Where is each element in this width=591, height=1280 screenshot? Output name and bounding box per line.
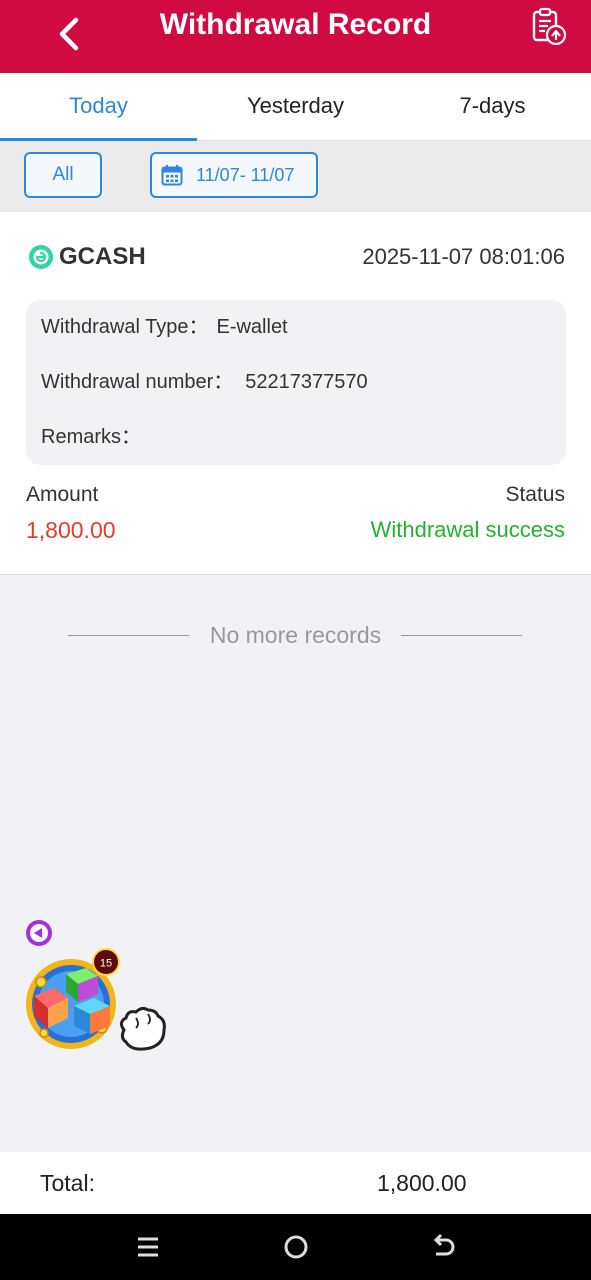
withdrawal-record-card[interactable]: GCASH 2025-11-07 08:01:06 Withdrawal Typ… [0, 212, 591, 575]
date-range-label: 11/07- 11/07 [196, 165, 295, 185]
total-label: Total: [40, 1170, 95, 1196]
tab-7-days[interactable]: 7-days [394, 73, 591, 140]
page-title: Withdrawal Record [159, 8, 432, 41]
tab-today[interactable]: Today [0, 73, 197, 141]
remarks-label: Remarks： [41, 426, 142, 448]
calendar-icon [161, 165, 183, 186]
payment-method-name: GCASH [59, 243, 146, 270]
period-tabs: Today Yesterday 7-days [0, 73, 591, 141]
back-nav-icon[interactable] [428, 1232, 458, 1262]
withdrawal-type-row: Withdrawal Type： E-wallet [41, 314, 288, 340]
total-bar: Total: 1,800.00 [0, 1152, 591, 1214]
recent-apps-icon[interactable] [133, 1232, 163, 1262]
hand-pointer-icon [119, 1006, 166, 1051]
withdrawal-type-label: Withdrawal Type： [41, 316, 209, 338]
export-record-button[interactable] [528, 6, 570, 48]
record-datetime: 2025-11-07 08:01:06 [362, 244, 565, 269]
amount-label: Amount [26, 483, 99, 506]
dice-game-icon: 15 [26, 920, 166, 1051]
clipboard-upload-icon [532, 7, 567, 46]
status-value: Withdrawal success [370, 517, 565, 542]
notification-badge: 15 [92, 948, 120, 976]
gcash-icon [29, 245, 53, 269]
divider-right [401, 635, 522, 636]
header-bar: Withdrawal Record [0, 0, 591, 73]
withdrawal-number-row: Withdrawal number： 52217377570 [41, 369, 368, 395]
filter-bar: All 11/07- 11/07 [0, 141, 591, 212]
filter-all-button[interactable]: All [24, 152, 102, 198]
badge-count: 15 [100, 958, 112, 970]
remarks-row: Remarks： [41, 424, 141, 450]
amount-value: 1,800.00 [26, 517, 116, 543]
collapse-arrow-icon[interactable] [26, 920, 52, 946]
record-details: Withdrawal Type： E-wallet Withdrawal numb… [26, 300, 566, 465]
floating-game-widget[interactable]: 15 [24, 918, 174, 1068]
system-navigation-bar [0, 1214, 591, 1280]
withdrawal-number-label: Withdrawal number： [41, 371, 234, 393]
tab-yesterday[interactable]: Yesterday [197, 73, 394, 140]
no-more-records: No more records [0, 618, 591, 652]
home-icon[interactable] [281, 1232, 311, 1262]
status-label: Status [505, 483, 565, 506]
withdrawal-number-value: 52217377570 [245, 371, 368, 393]
total-value: 1,800.00 [377, 1170, 467, 1196]
withdrawal-type-value: E-wallet [216, 316, 288, 338]
date-range-button[interactable]: 11/07- 11/07 [150, 152, 318, 198]
